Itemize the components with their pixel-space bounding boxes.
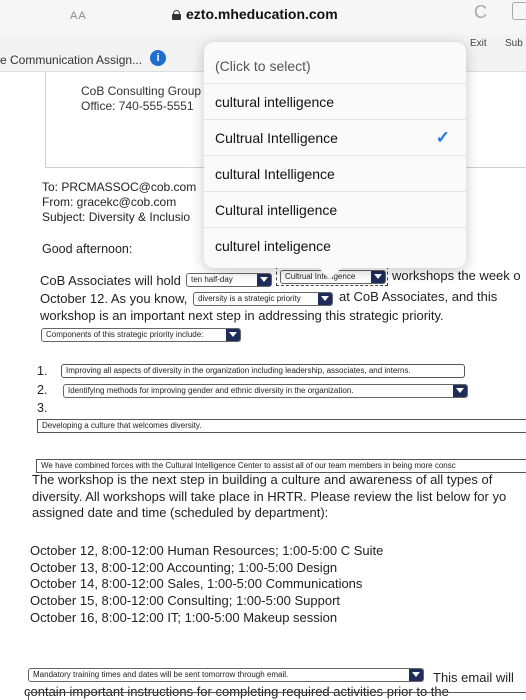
assignment-title[interactable]: e Communication Assign... bbox=[0, 53, 142, 67]
paragraph-line3: workshop is an important next step in ad… bbox=[40, 308, 444, 323]
list-item-2-select[interactable]: Identifying methods for improving gender… bbox=[63, 384, 468, 398]
email-header: To: PRCMASSOC@cob.com From: gracekc@cob.… bbox=[42, 180, 196, 225]
select-priority-value: diversity is a strategic priority bbox=[198, 294, 301, 303]
select-workshop-count-value: ten half-day bbox=[191, 275, 233, 284]
dropdown-option-2[interactable]: Cultrual Intelligence ✓ bbox=[204, 120, 466, 156]
list-number-3: 3. bbox=[37, 401, 48, 415]
schedule-item: October 16, 8:00-12:00 IT; 1:00-5:00 Mak… bbox=[30, 609, 338, 625]
signature-block: CoB Consulting Group Office: 740-555-555… bbox=[81, 84, 201, 114]
schedule-item: October 15, 8:00-12:00 Consulting; 1:00-… bbox=[30, 593, 341, 609]
email-subject: Subject: Diversity & Inclusio bbox=[42, 210, 191, 224]
url-text: ezto.mheducation.com bbox=[186, 6, 338, 22]
schedule-item: October 14, 8:00-12:00 Sales, 1:00-5:00 … bbox=[30, 576, 363, 592]
address-bar[interactable]: ezto.mheducation.com bbox=[172, 6, 338, 22]
email-from: From: gracekc@cob.com bbox=[42, 195, 177, 209]
chevron-down-icon bbox=[318, 293, 332, 305]
email-greeting: Good afternoon: bbox=[42, 242, 133, 256]
email-to: To: PRCMASSOC@cob.com bbox=[42, 180, 197, 194]
list-item-1-select[interactable]: Improving all aspects of diversity in th… bbox=[61, 364, 465, 378]
chevron-down-icon bbox=[257, 274, 271, 286]
select-components-value: Components of this strategic priority in… bbox=[46, 330, 204, 339]
tabs-icon[interactable] bbox=[512, 2, 526, 20]
topic-dropdown-popup: (Click to select) cultural intelligence … bbox=[204, 42, 466, 268]
text-size-button[interactable]: AA bbox=[70, 10, 87, 22]
list-item-1-value: Improving all aspects of diversity in th… bbox=[66, 366, 411, 375]
checkmark-icon: ✓ bbox=[435, 128, 450, 147]
select-workshop-topic-value: Cultrual Intelligence bbox=[285, 272, 356, 281]
schedule-list: October 12, 8:00-12:00 Human Resources; … bbox=[30, 543, 383, 627]
body-line-3: assigned date and time (scheduled by dep… bbox=[32, 505, 329, 520]
option-label: Cultural intelligence bbox=[215, 202, 338, 218]
dropdown-option-5[interactable]: culturel inteligence bbox=[204, 228, 466, 264]
body-line-2: diversity. All workshops will take place… bbox=[32, 489, 507, 504]
list-item-3-select[interactable]: Developing a culture that welcomes diver… bbox=[37, 419, 526, 433]
option-label: Cultrual Intelligence bbox=[215, 130, 338, 146]
schedule-item: October 12, 8:00-12:00 Human Resources; … bbox=[30, 543, 384, 558]
combined-forces-select[interactable]: We have combined forces with the Cultura… bbox=[36, 459, 526, 473]
dropdown-option-1[interactable]: cultural intelligence bbox=[204, 84, 466, 120]
chevron-down-icon bbox=[453, 385, 467, 397]
dropdown-placeholder-option[interactable]: (Click to select) bbox=[204, 48, 466, 84]
lock-icon bbox=[172, 10, 181, 20]
paragraph-line1-end: workshops the week o bbox=[392, 268, 521, 283]
dropdown-option-4[interactable]: Cultural intelligence bbox=[204, 192, 466, 228]
option-label: cultural Intelligence bbox=[215, 166, 335, 182]
option-label: culturel inteligence bbox=[215, 238, 331, 254]
submit-button[interactable]: Sub bbox=[505, 38, 523, 49]
chevron-down-icon bbox=[409, 669, 423, 681]
list-item-2-value: Identifying methods for improving gender… bbox=[68, 386, 354, 395]
select-components[interactable]: Components of this strategic priority in… bbox=[41, 328, 241, 342]
option-label: cultural intelligence bbox=[215, 94, 335, 110]
info-icon[interactable]: i bbox=[150, 50, 166, 66]
combined-forces-value: We have combined forces with the Cultura… bbox=[41, 461, 456, 470]
list-number-2: 2. bbox=[37, 383, 48, 397]
footer-trailing-text: This email will bbox=[433, 670, 514, 685]
schedule-item: October 13, 8:00-12:00 Accounting; 1:00-… bbox=[30, 559, 338, 575]
dropdown-option-3[interactable]: cultural Intelligence bbox=[204, 156, 466, 192]
body-line-1: The workshop is the next step in buildin… bbox=[32, 472, 493, 487]
select-workshop-count[interactable]: ten half-day bbox=[186, 273, 272, 287]
list-number-1: 1. bbox=[37, 364, 48, 378]
paragraph-line2-end: at CoB Associates, and this bbox=[339, 289, 498, 304]
browser-toolbar: AA ezto.mheducation.com C bbox=[0, 0, 526, 34]
paragraph-line1-start: CoB Associates will hold bbox=[40, 273, 181, 288]
reload-icon[interactable]: C bbox=[474, 2, 487, 23]
chevron-down-icon bbox=[226, 329, 240, 341]
training-times-value: Mandatory training times and dates will … bbox=[33, 670, 289, 679]
signature-company: CoB Consulting Group bbox=[81, 84, 202, 98]
signature-phone: Office: 740-555-5551 bbox=[81, 99, 194, 113]
paragraph-line2-start: October 12. As you know, bbox=[40, 291, 188, 306]
select-priority[interactable]: diversity is a strategic priority bbox=[193, 292, 333, 306]
exit-button[interactable]: Exit bbox=[470, 38, 487, 49]
next-select-edge[interactable] bbox=[28, 692, 526, 700]
list-item-3-value: Developing a culture that welcomes diver… bbox=[42, 421, 202, 430]
chevron-down-icon bbox=[371, 271, 385, 283]
training-times-select[interactable]: Mandatory training times and dates will … bbox=[28, 668, 424, 682]
